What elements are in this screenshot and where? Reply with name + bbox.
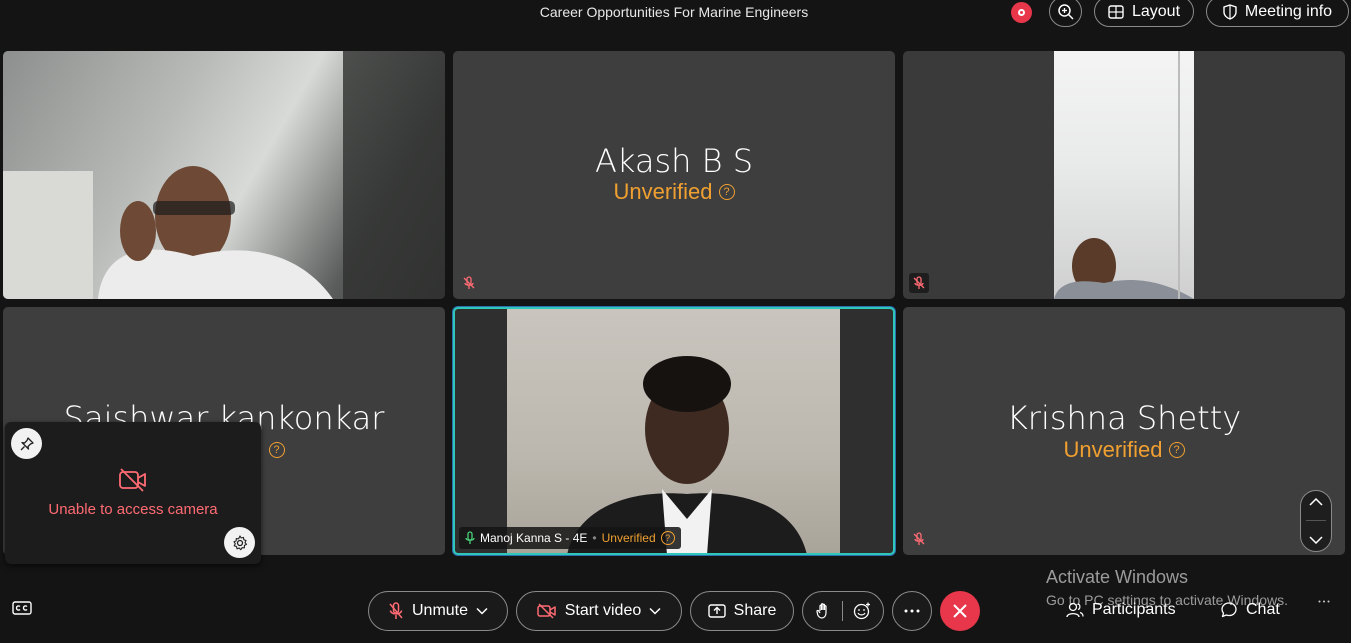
participant-video-tile[interactable] (3, 51, 445, 299)
layout-button[interactable]: Layout (1094, 0, 1194, 27)
share-button[interactable]: Share (690, 591, 794, 631)
unmute-button[interactable]: Unmute (368, 591, 508, 631)
muted-mic-icon (909, 273, 929, 293)
zoom-in-icon (1057, 3, 1074, 20)
help-icon[interactable]: ? (660, 531, 675, 545)
help-icon[interactable]: ? (268, 442, 285, 458)
more-horizontal-icon (904, 609, 920, 613)
raise-hand-icon[interactable] (815, 602, 832, 620)
unverified-status: Unverified ? (1063, 437, 1185, 463)
layout-label: Layout (1131, 2, 1181, 20)
unmute-label: Unmute (411, 602, 469, 619)
unverified-label: Unverified (601, 531, 656, 545)
muted-mic-icon (389, 602, 403, 619)
leave-meeting-button[interactable] (940, 591, 980, 631)
participant-video-tile[interactable] (903, 51, 1345, 299)
help-icon[interactable]: ? (718, 184, 735, 200)
shield-icon (1223, 3, 1237, 20)
self-view-panel[interactable]: Unable to access camera (5, 422, 261, 564)
chat-button[interactable]: Chat (1220, 601, 1280, 619)
meeting-info-button[interactable]: Meeting info (1206, 0, 1349, 27)
more-horizontal-icon (1318, 600, 1330, 603)
camera-error-text: Unable to access camera (48, 501, 218, 518)
unverified-label: Unverified (1063, 437, 1163, 462)
participant-tile-krishna[interactable]: Krishna Shetty Unverified ? (903, 307, 1345, 555)
mic-icon (465, 531, 475, 544)
help-icon[interactable]: ? (1168, 442, 1185, 458)
share-screen-icon (707, 604, 726, 618)
participant-name: Manoj Kanna S - 4E (480, 531, 588, 545)
tile-pager[interactable] (1300, 490, 1332, 552)
participant-name-tag: Manoj Kanna S - 4E • Unverified ? (459, 527, 681, 549)
unverified-status: Unverified ? (613, 179, 735, 205)
emoji-reaction-icon[interactable] (853, 602, 871, 620)
watermark-title: Activate Windows (1046, 567, 1189, 587)
start-video-label: Start video (564, 602, 642, 619)
participants-icon (1066, 602, 1084, 618)
muted-mic-icon (909, 529, 929, 549)
zoom-button[interactable] (1049, 0, 1082, 27)
gear-icon (232, 534, 247, 550)
overflow-menu-button[interactable] (1318, 600, 1330, 603)
unverified-label: Unverified (613, 179, 713, 204)
share-label: Share (733, 602, 777, 619)
camera-off-icon (119, 468, 146, 492)
close-icon (953, 604, 967, 618)
reactions-group[interactable] (802, 591, 884, 631)
chevron-down-icon[interactable] (1309, 536, 1323, 544)
participant-video-feed (507, 309, 840, 553)
recording-indicator[interactable] (1011, 2, 1032, 23)
more-options-button[interactable] (892, 591, 932, 631)
grid-icon (1108, 4, 1124, 19)
muted-mic-icon (459, 273, 479, 293)
participants-button[interactable]: Participants (1066, 601, 1176, 619)
participant-name: Akash B S (594, 142, 754, 180)
participant-name: Krishna Shetty (1006, 399, 1242, 437)
chat-bubble-icon (1221, 602, 1237, 618)
closed-captions-button[interactable] (12, 600, 32, 621)
participant-tile-manoj[interactable]: Manoj Kanna S - 4E • Unverified ? (453, 307, 895, 555)
participant-tile-akash[interactable]: Akash B S Unverified ? (453, 51, 895, 299)
camera-settings-button[interactable] (224, 527, 255, 558)
pin-icon (20, 436, 34, 450)
participants-label: Participants (1092, 601, 1176, 618)
closed-captions-icon (12, 601, 32, 615)
pin-button[interactable] (11, 428, 42, 459)
participant-video-feed (3, 51, 445, 299)
chevron-down-icon[interactable] (476, 607, 488, 615)
camera-off-icon (537, 603, 556, 619)
start-video-button[interactable]: Start video (516, 591, 682, 631)
participant-video-feed (1054, 51, 1194, 299)
chevron-up-icon[interactable] (1309, 498, 1323, 506)
chat-label: Chat (1246, 601, 1280, 618)
meeting-info-label: Meeting info (1244, 2, 1333, 20)
chevron-down-icon[interactable] (649, 607, 661, 615)
